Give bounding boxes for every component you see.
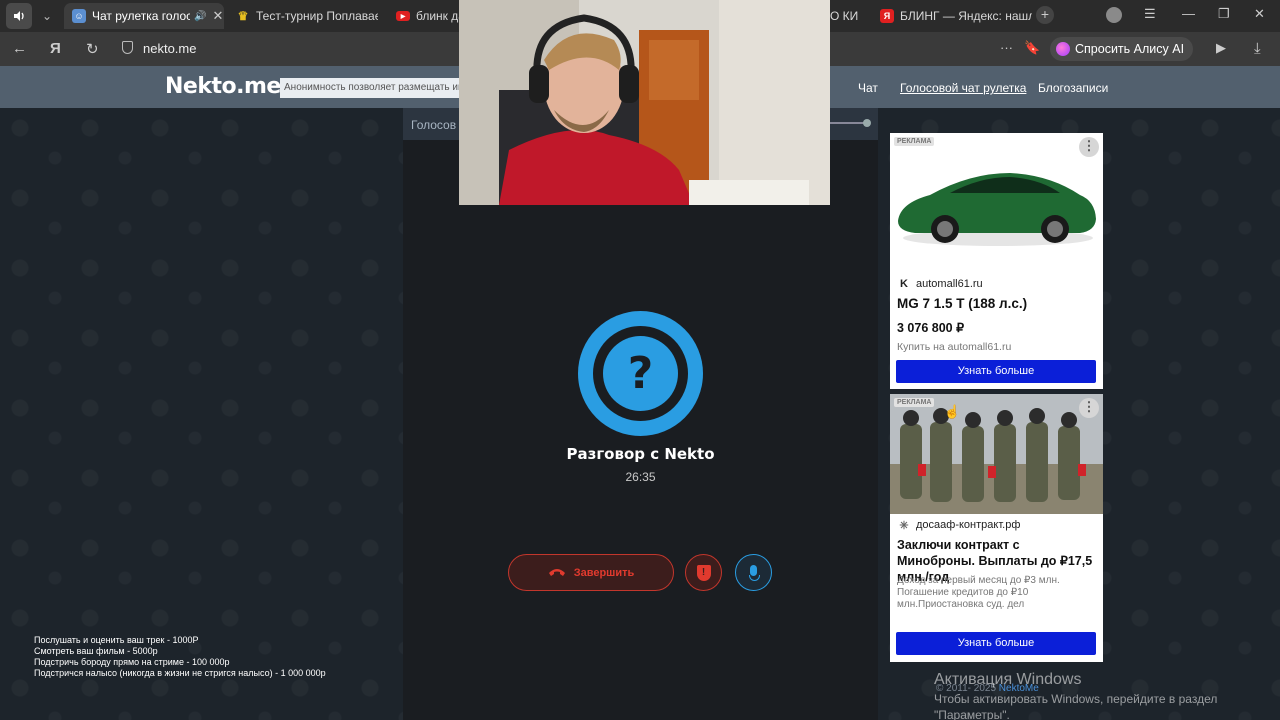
- new-tab-button[interactable]: +: [1036, 6, 1054, 24]
- hand-cursor-icon: ☝: [944, 404, 961, 419]
- restore-icon[interactable]: ❐: [1218, 6, 1230, 22]
- volume-knob[interactable]: [863, 119, 871, 127]
- price-list-item: Смотреть ваш фильм - 5000р: [34, 646, 158, 656]
- tab-title: блинк да: [416, 9, 460, 23]
- call-timer: 26:35: [625, 470, 656, 484]
- tab-title: БЛИНГ — Яндекс: нашло: [900, 9, 1032, 23]
- sidebar-toggle-icon[interactable]: [6, 3, 32, 29]
- site-logo[interactable]: Nekto.me: [165, 74, 281, 99]
- price-list-item: Послушать и оценить ваш трек - 1000Р: [34, 635, 199, 645]
- reload-icon[interactable]: ↻: [86, 40, 99, 58]
- nav-chat[interactable]: Чат: [858, 81, 878, 95]
- unknown-user-avatar: ?: [578, 311, 703, 436]
- tab-nekto[interactable]: ☺ Чат рулетка голосо 🔊 ✕: [64, 3, 224, 29]
- profile-avatar[interactable]: [1106, 7, 1122, 23]
- yandex-icon: Я: [880, 9, 894, 23]
- streamer-webcam: [459, 0, 830, 205]
- tab-title: О КИ: [830, 9, 859, 23]
- browser-menu-icon[interactable]: ☰: [1144, 6, 1156, 22]
- tab-tournament[interactable]: ♛ Тест-турнир Поплаваеш: [228, 3, 378, 29]
- alice-icon: [1056, 42, 1070, 56]
- report-button[interactable]: !: [685, 554, 722, 591]
- ad-description: Доход за первый месяц до ₽3 млн. Погашен…: [897, 575, 1060, 610]
- more-icon[interactable]: ···: [1000, 40, 1013, 55]
- downloads-icon[interactable]: ⤓: [1254, 40, 1261, 57]
- volume-slider[interactable]: [828, 119, 871, 127]
- promo-banner: Анонимность позволяет размещать инф: [280, 78, 460, 98]
- conversation-title: Разговор с Nekto: [566, 445, 715, 463]
- nav-voice-chat[interactable]: Голосовой чат рулетка: [900, 81, 1026, 95]
- ad-domain[interactable]: K automall61.ru: [897, 277, 983, 291]
- close-tab-icon[interactable]: ✕: [212, 8, 223, 24]
- ad-domain[interactable]: ✳ досааф-контракт.рф: [897, 518, 1020, 532]
- ad-contract[interactable]: РЕКЛАМА ⋮ ✳ досааф-контракт.рф Заключи к…: [890, 394, 1103, 662]
- tab-title: Тест-турнир Поплаваеш: [256, 9, 378, 23]
- activation-subtitle-2: "Параметры".: [934, 708, 1010, 720]
- ad-price: 3 076 800 ₽: [897, 321, 965, 335]
- ad-label: РЕКЛАМА: [894, 398, 935, 407]
- ad-label: РЕКЛАМА: [894, 137, 935, 146]
- ad-options-icon[interactable]: ⋮: [1079, 398, 1099, 418]
- ad-headline[interactable]: MG 7 1.5 T (188 л.с.): [897, 296, 1099, 312]
- price-list-item: Подстричь бороду прямо на стриме - 100 0…: [34, 657, 230, 667]
- alice-label: Спросить Алису AI: [1075, 42, 1185, 56]
- shield-alert-icon: !: [696, 564, 711, 581]
- bookmark-icon[interactable]: 🔖: [1024, 40, 1040, 56]
- price-list-item: Подстричся налысо (никогда в жизни не ст…: [34, 668, 326, 678]
- speaker-icon[interactable]: 🔊: [194, 11, 206, 22]
- tab-youtube[interactable]: ▶ блинк да: [388, 3, 460, 29]
- youtube-icon: ▶: [396, 11, 410, 21]
- automall-logo-icon: K: [900, 278, 908, 290]
- soldiers-image: [890, 394, 1103, 514]
- crown-icon: ♛: [237, 9, 249, 23]
- security-shield-icon[interactable]: [122, 41, 133, 54]
- back-icon[interactable]: ←: [12, 40, 27, 57]
- end-call-label: Завершить: [573, 566, 635, 579]
- ad-domain-text: automall61.ru: [916, 278, 983, 290]
- window-close-icon[interactable]: ✕: [1254, 6, 1265, 22]
- nav-blog[interactable]: Блогозаписи: [1038, 81, 1108, 95]
- ad-domain-text: досааф-контракт.рф: [916, 519, 1021, 531]
- ask-alice-button[interactable]: Спросить Алису AI: [1050, 37, 1194, 61]
- tab-title: Чат рулетка голосо: [92, 9, 190, 23]
- tabs-dropdown-icon[interactable]: ⌄: [36, 9, 58, 23]
- minimize-icon[interactable]: —: [1182, 6, 1195, 21]
- end-call-button[interactable]: Завершить: [508, 554, 674, 591]
- tab-yandex-search[interactable]: Я БЛИНГ — Яндекс: нашло: [872, 3, 1032, 29]
- activation-title: Активация Windows: [934, 671, 1082, 688]
- stream-price-list: Послушать и оценить ваш трек - 1000Р Смо…: [34, 635, 326, 679]
- car-image: [890, 133, 1103, 268]
- dosaaf-logo-icon: ✳: [899, 519, 909, 532]
- windows-activation-watermark: Активация Windows Чтобы активировать Win…: [934, 671, 1217, 720]
- url-field[interactable]: nekto.me: [143, 41, 196, 56]
- mic-button[interactable]: [735, 554, 772, 591]
- ad-cta-button[interactable]: Узнать больше: [896, 632, 1096, 655]
- panel-header-title: Голосов: [411, 118, 457, 132]
- question-icon: ?: [603, 336, 678, 411]
- ad-options-icon[interactable]: ⋮: [1079, 137, 1099, 157]
- tab-hidden[interactable]: О КИ: [830, 3, 868, 29]
- phone-hangup-icon: [548, 564, 566, 581]
- media-icon[interactable]: ▶: [1216, 40, 1226, 56]
- ad-description: Купить на automall61.ru: [897, 341, 1012, 353]
- nekto-favicon-icon: ☺: [72, 9, 86, 23]
- yandex-home-icon[interactable]: Я: [50, 40, 61, 57]
- ad-car[interactable]: РЕКЛАМА ⋮ K automall61.ru MG 7 1.5 T (18…: [890, 133, 1103, 389]
- ad-cta-button[interactable]: Узнать больше: [896, 360, 1096, 383]
- activation-subtitle: Чтобы активировать Windows, перейдите в …: [934, 692, 1218, 706]
